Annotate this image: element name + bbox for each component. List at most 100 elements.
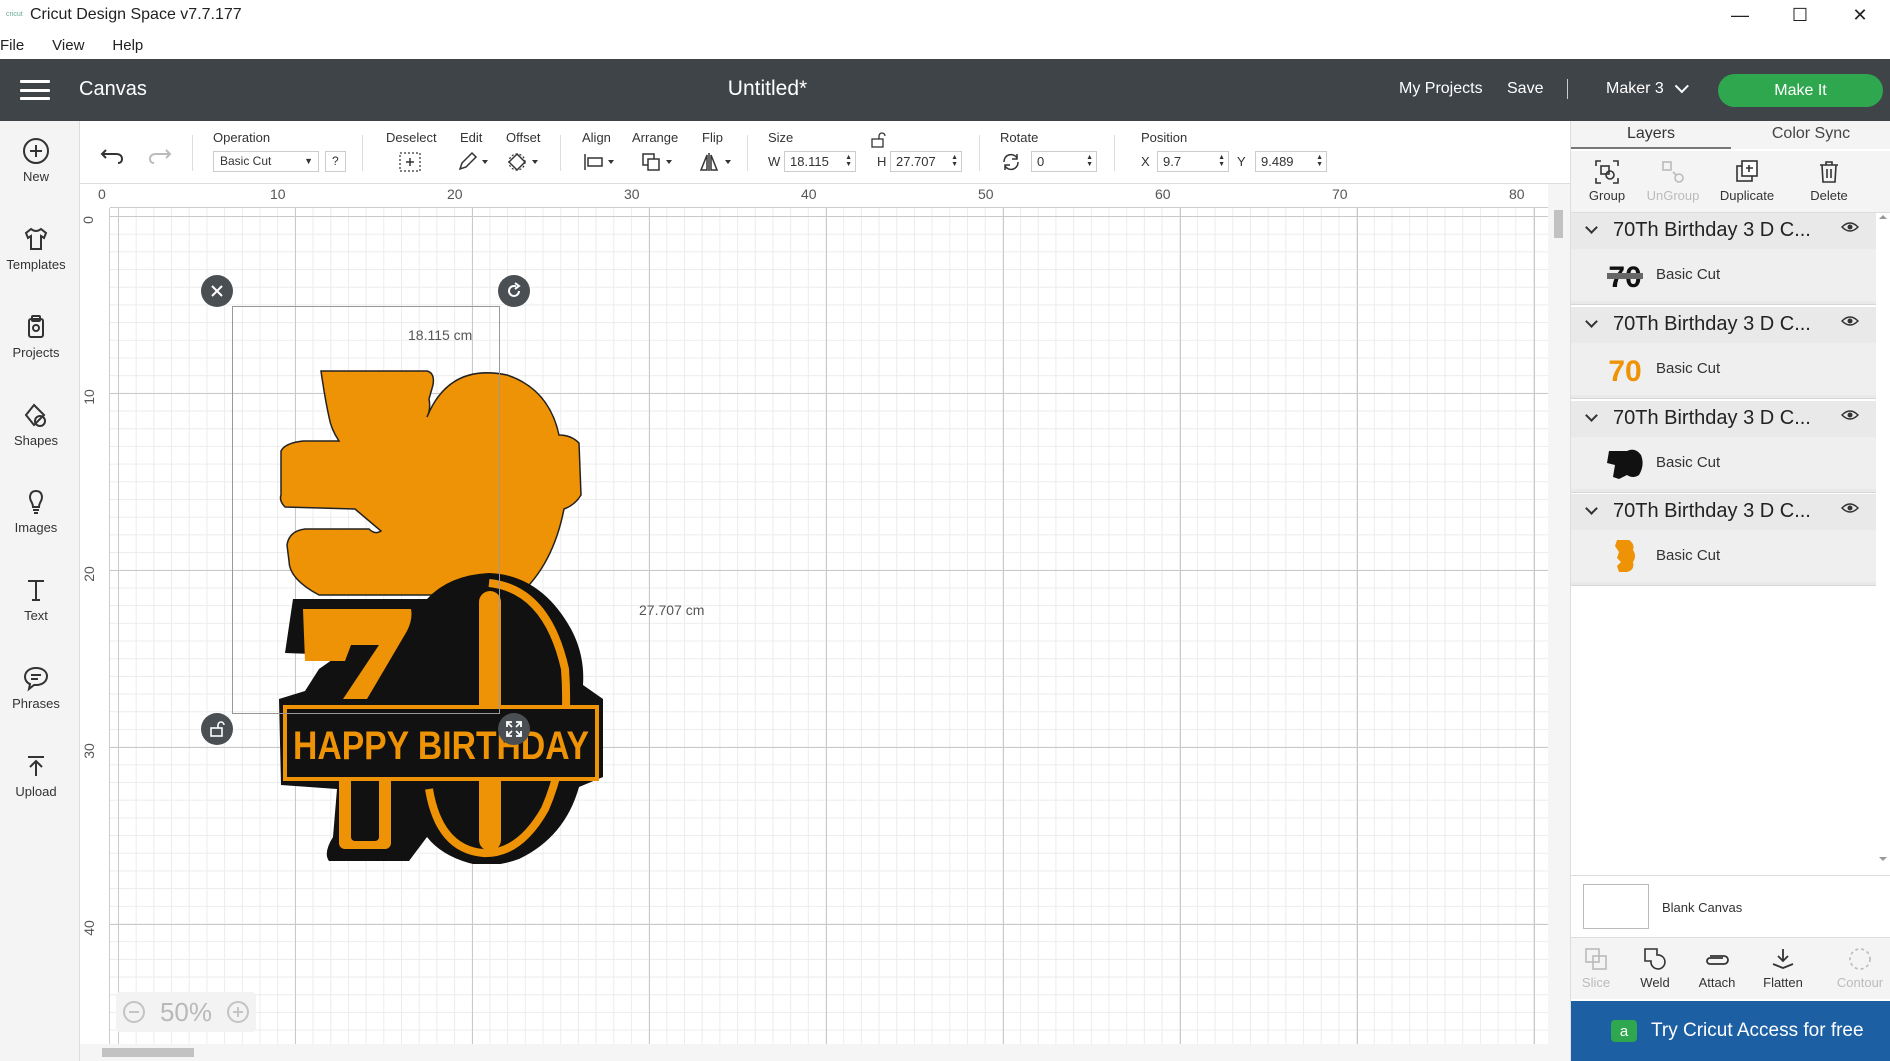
- duplicate-button[interactable]: Duplicate: [1711, 159, 1783, 203]
- eye-icon[interactable]: [1841, 315, 1859, 327]
- chevron-down-icon[interactable]: [1585, 221, 1598, 234]
- nav-shapes[interactable]: Shapes: [0, 401, 72, 448]
- x-position-input[interactable]: 9.7 ▲ ▼: [1157, 151, 1229, 172]
- vertical-scrollbar[interactable]: [1548, 184, 1570, 1061]
- contour-button[interactable]: Contour: [1829, 946, 1890, 990]
- happy-birthday-text: HAPPY BIRTHDAY: [293, 724, 589, 768]
- menu-help[interactable]: Help: [112, 37, 151, 54]
- rotate-arrow-icon: [508, 282, 521, 297]
- layer-item[interactable]: Basic Cut: [1571, 530, 1876, 582]
- operation-select[interactable]: Basic Cut ▼: [213, 151, 319, 172]
- minimize-button[interactable]: —: [1710, 0, 1770, 30]
- layer-group-3[interactable]: 70Th Birthday 3 D C... Basic Cut: [1571, 401, 1876, 493]
- vertical-scroll-thumb[interactable]: [1554, 210, 1563, 238]
- lock-handle[interactable]: [201, 713, 233, 745]
- tab-layers[interactable]: Layers: [1571, 121, 1731, 149]
- horizontal-scroll-thumb[interactable]: [102, 1048, 194, 1057]
- slice-button[interactable]: Slice: [1570, 946, 1622, 990]
- scroll-down-icon[interactable]: [1879, 857, 1887, 861]
- nav-new[interactable]: New: [0, 137, 72, 184]
- layer-header[interactable]: 70Th Birthday 3 D C...: [1571, 213, 1876, 247]
- nav-images[interactable]: Images: [0, 488, 72, 535]
- stepper-icon[interactable]: ▲ ▼: [1218, 154, 1225, 168]
- width-input[interactable]: 18.115 ▲ ▼: [784, 151, 856, 172]
- tab-color-sync[interactable]: Color Sync: [1731, 121, 1890, 149]
- nav-text[interactable]: Text: [0, 576, 72, 623]
- resize-handle[interactable]: [498, 713, 530, 745]
- ungroup-button[interactable]: UnGroup: [1637, 159, 1709, 203]
- close-window-button[interactable]: ✕: [1830, 0, 1890, 30]
- maximize-button[interactable]: ☐: [1770, 0, 1830, 30]
- menu-view[interactable]: View: [52, 37, 92, 54]
- document-title[interactable]: Untitled*: [0, 77, 1535, 101]
- stepper-icon[interactable]: ▲ ▼: [951, 154, 958, 168]
- layer-item[interactable]: 70 Basic Cut: [1571, 249, 1876, 301]
- horizontal-scrollbar[interactable]: [80, 1044, 1548, 1061]
- rotate-icon[interactable]: [1000, 151, 1022, 173]
- eye-icon[interactable]: [1841, 221, 1859, 233]
- deselect-icon[interactable]: [398, 151, 422, 173]
- flatten-button[interactable]: Flatten: [1757, 946, 1809, 990]
- rotate-input[interactable]: 0 ▲ ▼: [1031, 151, 1097, 172]
- height-input[interactable]: 27.707 ▲ ▼: [890, 151, 962, 172]
- app-header: Canvas Untitled* My Projects Save Maker …: [0, 59, 1890, 121]
- y-position-input[interactable]: 9.489 ▲ ▼: [1255, 151, 1327, 172]
- design-canvas[interactable]: 0 10 20 30 40 50 60 70 80 0 10 20 30 40 …: [80, 184, 1570, 1061]
- weld-label: Weld: [1640, 975, 1670, 990]
- make-it-button[interactable]: Make It: [1718, 74, 1883, 107]
- layer-header[interactable]: 70Th Birthday 3 D C...: [1571, 494, 1876, 528]
- nav-templates[interactable]: Templates: [0, 225, 72, 272]
- stepper-icon[interactable]: ▲ ▼: [1086, 154, 1093, 168]
- redo-icon[interactable]: [146, 143, 172, 165]
- delete-button[interactable]: Delete: [1793, 159, 1865, 203]
- offset-icon[interactable]: [506, 151, 540, 173]
- toolbar-separator: [979, 135, 980, 171]
- arrange-icon[interactable]: [640, 151, 674, 173]
- nav-projects[interactable]: Projects: [0, 313, 72, 360]
- layer-group-2[interactable]: 70Th Birthday 3 D C... 70 Basic Cut: [1571, 307, 1876, 399]
- delete-handle[interactable]: [201, 275, 233, 307]
- dropdown-arrow-icon: ▼: [304, 156, 313, 166]
- layer-name: 70Th Birthday 3 D C...: [1613, 407, 1811, 429]
- zoom-out-button[interactable]: [123, 1001, 146, 1023]
- stepper-icon[interactable]: ▲ ▼: [845, 154, 852, 168]
- chevron-down-icon[interactable]: [1585, 502, 1598, 515]
- layer-group-4[interactable]: 70Th Birthday 3 D C... Basic Cut: [1571, 494, 1876, 586]
- layer-item[interactable]: Basic Cut: [1571, 437, 1876, 489]
- eye-icon[interactable]: [1841, 502, 1859, 514]
- selection-bounding-box[interactable]: [232, 306, 500, 714]
- zoom-level: 50%: [159, 996, 212, 1027]
- operation-help-button[interactable]: ?: [325, 151, 346, 172]
- y-position-value: 9.489: [1261, 154, 1294, 169]
- layers-scrollbar[interactable]: [1876, 213, 1890, 873]
- layer-item[interactable]: 70 Basic Cut: [1571, 343, 1876, 395]
- chevron-down-icon[interactable]: [1585, 409, 1598, 422]
- rotate-handle[interactable]: [498, 275, 530, 307]
- layer-header[interactable]: 70Th Birthday 3 D C...: [1571, 401, 1876, 435]
- layer-header[interactable]: 70Th Birthday 3 D C...: [1571, 307, 1876, 341]
- zoom-in-button[interactable]: [226, 1001, 249, 1023]
- canvas-swatch[interactable]: [1583, 884, 1649, 929]
- group-button[interactable]: Group: [1571, 159, 1643, 203]
- chevron-down-icon[interactable]: [1585, 315, 1598, 328]
- machine-selector[interactable]: Maker 3: [1606, 79, 1689, 98]
- undo-icon[interactable]: [100, 143, 126, 165]
- align-icon[interactable]: [582, 151, 616, 173]
- attach-button[interactable]: Attach: [1691, 946, 1743, 990]
- edit-pen-icon[interactable]: [456, 151, 490, 173]
- nav-phrases[interactable]: Phrases: [0, 664, 72, 711]
- save-link[interactable]: Save: [1507, 80, 1543, 98]
- blank-canvas-row[interactable]: Blank Canvas: [1571, 875, 1890, 937]
- nav-upload[interactable]: Upload: [0, 752, 72, 799]
- lock-open-icon[interactable]: [870, 132, 886, 148]
- cricut-access-banner[interactable]: a Try Cricut Access for free: [1571, 1001, 1890, 1061]
- stepper-icon[interactable]: ▲ ▼: [1316, 154, 1323, 168]
- layer-group-1[interactable]: 70Th Birthday 3 D C... 70 Basic Cut: [1571, 213, 1876, 305]
- eye-icon[interactable]: [1841, 409, 1859, 421]
- my-projects-link[interactable]: My Projects: [1399, 80, 1483, 98]
- menu-file[interactable]: File: [0, 37, 32, 54]
- flip-icon[interactable]: [698, 151, 734, 173]
- ruler-tick-label: 80: [1509, 186, 1525, 202]
- scroll-up-icon[interactable]: [1879, 215, 1887, 219]
- weld-button[interactable]: Weld: [1629, 946, 1681, 990]
